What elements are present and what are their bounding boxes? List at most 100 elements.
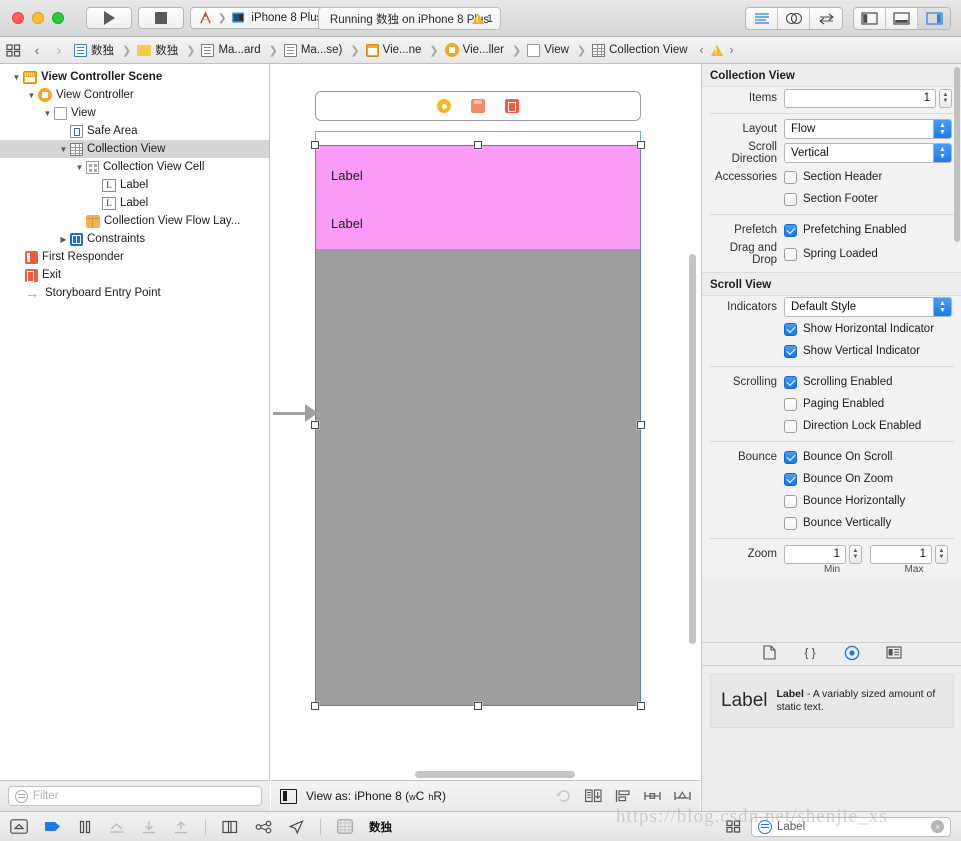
items-stepper[interactable]: ▲ ▼	[939, 88, 952, 108]
zoom-max-stepper[interactable]: ▲ ▼	[935, 544, 948, 564]
breadcrumb-item-view[interactable]: View ❯	[523, 43, 588, 57]
view-hierarchy-button[interactable]	[222, 820, 239, 834]
outline-row-flow-layout[interactable]: ▼ Collection View Flow Lay...	[0, 212, 269, 230]
update-frames-icon[interactable]	[556, 789, 572, 803]
jump-back-button[interactable]: ‹	[26, 42, 48, 58]
selection-handle-top-center[interactable]	[474, 141, 482, 149]
breadcrumb-item-project[interactable]: 数独 ❯	[70, 42, 133, 58]
outline-row-label-2[interactable]: ▼ L Label	[0, 194, 269, 212]
location-simulate-button[interactable]	[289, 819, 304, 834]
show-debug-area-button[interactable]	[10, 819, 28, 834]
version-editor-button[interactable]	[810, 8, 842, 29]
outline-filter-field[interactable]: Filter	[8, 786, 262, 806]
bounce-on-zoom-checkbox-row[interactable]: Bounce On Zoom	[784, 470, 893, 489]
bounce-vertically-checkbox[interactable]	[784, 516, 797, 530]
selection-handle-top-right[interactable]	[637, 141, 645, 149]
file-template-library-tab[interactable]	[762, 645, 776, 663]
prefetching-checkbox-row[interactable]: Prefetching Enabled	[784, 221, 907, 240]
layout-popup[interactable]: Flow ▲ ▼	[784, 119, 952, 139]
zoom-max-field[interactable]: 1	[870, 544, 932, 564]
first-responder-badge-icon[interactable]	[471, 99, 485, 113]
breadcrumb-item-view-controller[interactable]: Vie...ller ❯	[441, 43, 524, 57]
toggle-debug-area-button[interactable]	[886, 8, 918, 29]
show-vertical-indicator-checkbox[interactable]	[784, 344, 797, 358]
breadcrumb-item-storyboard-file[interactable]: Ma...ard ❯	[197, 43, 279, 57]
section-header-checkbox[interactable]	[784, 170, 797, 184]
spring-loaded-checkbox-row[interactable]: Spring Loaded	[784, 245, 878, 264]
direction-lock-checkbox[interactable]	[784, 419, 797, 433]
align-icon[interactable]	[615, 789, 631, 803]
zoom-min-stepper[interactable]: ▲ ▼	[849, 544, 862, 564]
show-vertical-indicator-checkbox-row[interactable]: Show Vertical Indicator	[784, 342, 920, 361]
scrolling-enabled-checkbox[interactable]	[784, 375, 797, 389]
collection-view-canvas-object[interactable]: Label Label	[315, 145, 641, 706]
bounce-on-scroll-checkbox[interactable]	[784, 450, 797, 464]
view-controller-badge-icon[interactable]	[437, 99, 451, 113]
embed-in-icon[interactable]	[585, 789, 602, 803]
spring-loaded-checkbox[interactable]	[784, 247, 797, 261]
outline-row-storyboard-entry-point[interactable]: ▼ Storyboard Entry Point	[0, 284, 269, 302]
outline-row-collection-view[interactable]: ▼ Collection View	[0, 140, 269, 158]
prefetching-checkbox[interactable]	[784, 223, 797, 237]
next-issue-button[interactable]: ›	[730, 43, 734, 57]
scroll-direction-popup[interactable]: Vertical ▲ ▼	[784, 143, 952, 163]
outline-row-first-responder[interactable]: ▼ First Responder	[0, 248, 269, 266]
step-over-button[interactable]	[108, 820, 125, 834]
run-button[interactable]	[86, 7, 132, 29]
view-as-label[interactable]: View as: iPhone 8 (wC hR)	[306, 789, 446, 803]
interface-builder-canvas[interactable]: Label Label	[271, 64, 700, 775]
paging-enabled-checkbox[interactable]	[784, 397, 797, 411]
pin-icon[interactable]	[644, 789, 661, 803]
show-horizontal-indicator-checkbox-row[interactable]: Show Horizontal Indicator	[784, 320, 934, 339]
zoom-min-field[interactable]: 1	[784, 544, 846, 564]
disclosure-triangle-down-icon[interactable]: ▼	[41, 109, 54, 118]
related-items-button[interactable]	[0, 43, 26, 57]
bounce-on-zoom-checkbox[interactable]	[784, 472, 797, 486]
outline-row-view[interactable]: ▼ View	[0, 104, 269, 122]
disclosure-triangle-down-icon[interactable]: ▼	[10, 73, 23, 82]
object-library-tab[interactable]	[844, 645, 860, 664]
disclosure-triangle-right-icon[interactable]: ▶	[57, 235, 70, 244]
scheme-selector[interactable]: ❯ iPhone 8 Plus	[190, 7, 334, 29]
items-field[interactable]: 1	[784, 88, 936, 108]
canvas-vertical-scrollbar[interactable]	[689, 254, 696, 644]
outline-row-view-controller-scene[interactable]: ▼ View Controller Scene	[0, 68, 269, 86]
step-out-button[interactable]	[173, 820, 189, 834]
zoom-button[interactable]	[52, 12, 64, 24]
clear-search-icon[interactable]: ×	[931, 820, 944, 833]
continue-button[interactable]	[44, 820, 62, 833]
indicators-popup[interactable]: Default Style ▲ ▼	[784, 297, 952, 317]
selection-handle-top-left[interactable]	[311, 141, 319, 149]
outline-row-constraints[interactable]: ▶ Constraints	[0, 230, 269, 248]
breadcrumb-item-collection-view[interactable]: Collection View	[588, 43, 689, 57]
selection-handle-bottom-left[interactable]	[311, 702, 319, 710]
outline-row-view-controller[interactable]: ▼ View Controller	[0, 86, 269, 104]
selection-handle-bottom-center[interactable]	[474, 702, 482, 710]
exit-badge-icon[interactable]	[505, 99, 519, 113]
disclosure-triangle-down-icon[interactable]: ▼	[57, 145, 70, 154]
collection-view-cell-canvas[interactable]: Label Label	[316, 146, 640, 249]
outline-row-collection-view-cell[interactable]: ▼ Collection View Cell	[0, 158, 269, 176]
breadcrumb-item-base-file[interactable]: Ma...se) ❯	[280, 43, 362, 57]
outline-row-exit[interactable]: ▼ Exit	[0, 266, 269, 284]
resolve-auto-layout-icon[interactable]	[674, 789, 691, 803]
media-library-tab[interactable]	[885, 646, 902, 662]
view-as-toggle-icon[interactable]	[280, 788, 297, 804]
library-search-field[interactable]: Label ×	[751, 816, 951, 837]
bounce-vertically-checkbox-row[interactable]: Bounce Vertically	[784, 514, 891, 533]
bounce-horizontally-checkbox[interactable]	[784, 494, 797, 508]
outline-row-safe-area[interactable]: ▼ Safe Area	[0, 122, 269, 140]
section-header-checkbox-row[interactable]: Section Header	[784, 168, 882, 187]
canvas-horizontal-scrollbar[interactable]	[415, 771, 575, 778]
code-snippet-library-tab[interactable]: { }	[802, 645, 818, 663]
disclosure-triangle-down-icon[interactable]: ▼	[73, 163, 86, 172]
show-horizontal-indicator-checkbox[interactable]	[784, 322, 797, 336]
toggle-utilities-button[interactable]	[918, 8, 950, 29]
previous-issue-button[interactable]: ‹	[700, 43, 704, 57]
bounce-on-scroll-checkbox-row[interactable]: Bounce On Scroll	[784, 448, 893, 467]
direction-lock-checkbox-row[interactable]: Direction Lock Enabled	[784, 417, 921, 436]
standard-editor-button[interactable]	[746, 8, 778, 29]
scrolling-enabled-checkbox-row[interactable]: Scrolling Enabled	[784, 373, 893, 392]
selection-handle-bottom-right[interactable]	[637, 702, 645, 710]
disclosure-triangle-down-icon[interactable]: ▼	[25, 91, 38, 100]
